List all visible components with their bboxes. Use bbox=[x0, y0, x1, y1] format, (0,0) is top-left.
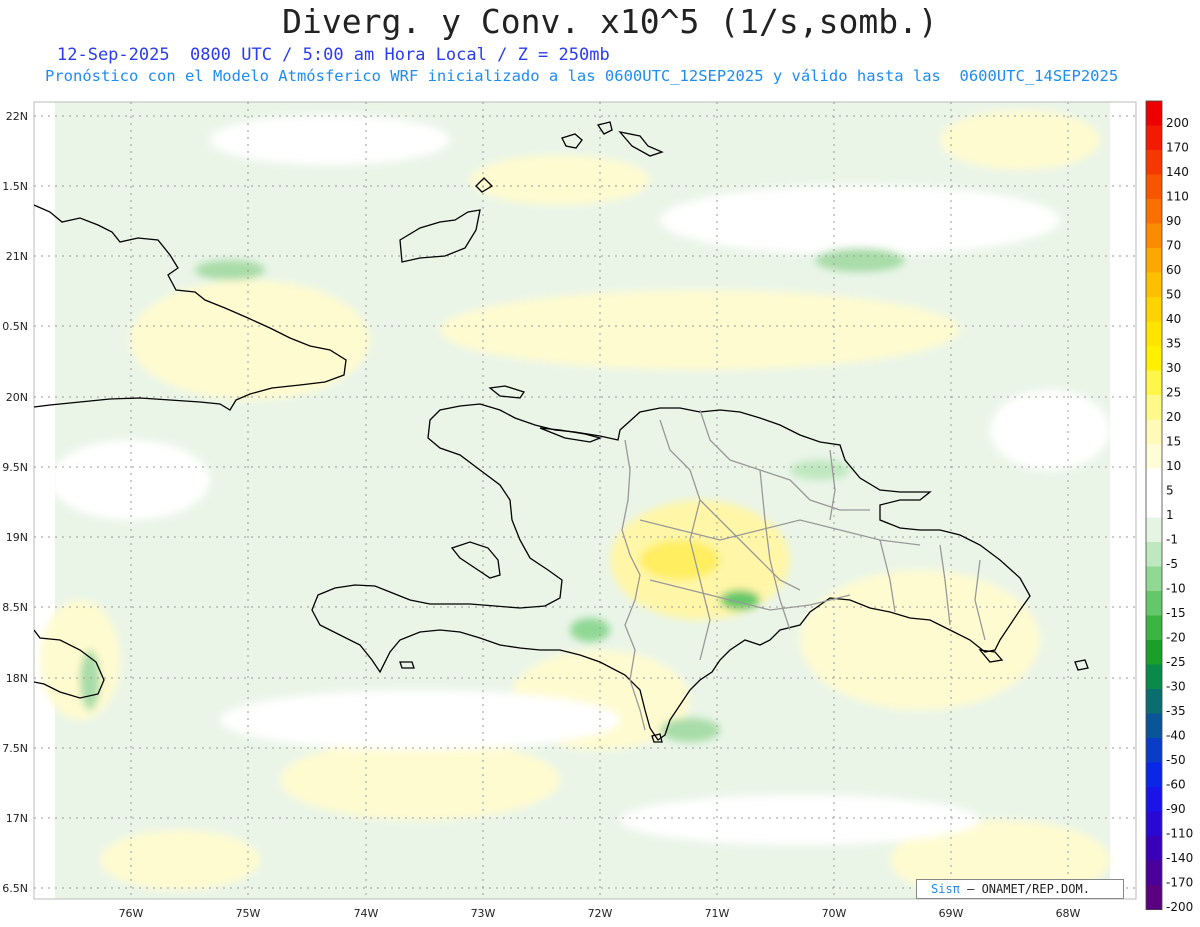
lat-label: 20N bbox=[6, 391, 28, 404]
colorbar-swatch bbox=[1146, 664, 1162, 690]
colorbar-label: 5 bbox=[1166, 484, 1174, 498]
colorbar-label: -60 bbox=[1166, 778, 1186, 792]
colorbar-swatch bbox=[1146, 199, 1162, 224]
colorbar-swatch bbox=[1146, 542, 1162, 567]
lat-label: 8.5N bbox=[2, 601, 28, 614]
colorbar-swatch bbox=[1146, 591, 1162, 616]
colorbar-label: 25 bbox=[1166, 386, 1181, 400]
colorbar-swatch bbox=[1146, 444, 1162, 469]
colorbar-label: -50 bbox=[1166, 753, 1186, 767]
colorbar-label: -35 bbox=[1166, 704, 1186, 718]
colorbar-swatch bbox=[1146, 640, 1162, 665]
colorbar-label: -40 bbox=[1166, 729, 1186, 743]
colorbar-swatch bbox=[1146, 321, 1162, 347]
lon-label: 72W bbox=[588, 907, 613, 920]
colorbar-label: -140 bbox=[1166, 851, 1193, 865]
colorbar-label: 140 bbox=[1166, 165, 1189, 179]
colorbar-swatch bbox=[1146, 689, 1162, 714]
colorbar-swatch bbox=[1146, 346, 1162, 371]
colorbar-swatch bbox=[1146, 248, 1162, 273]
colorbar-swatch bbox=[1146, 738, 1162, 763]
colorbar-label: 20 bbox=[1166, 410, 1181, 424]
colorbar-label: 200 bbox=[1166, 116, 1189, 130]
colorbar-label: -1 bbox=[1166, 533, 1178, 547]
colorbar-swatch bbox=[1146, 297, 1162, 322]
colorbar-swatch bbox=[1146, 860, 1162, 886]
colorbar-swatch bbox=[1146, 174, 1162, 200]
colorbar-label: -110 bbox=[1166, 827, 1193, 841]
colorbar-swatch bbox=[1146, 762, 1162, 788]
colorbar-label: -15 bbox=[1166, 606, 1186, 620]
colorbar-swatch bbox=[1146, 150, 1162, 175]
colorbar-label: -90 bbox=[1166, 802, 1186, 816]
colorbar-swatch bbox=[1146, 615, 1162, 641]
lat-label: 7.5N bbox=[2, 742, 28, 755]
colorbar-label: -200 bbox=[1166, 900, 1193, 914]
colorbar-label: -10 bbox=[1166, 582, 1186, 596]
colorbar-swatch bbox=[1146, 419, 1162, 445]
credit-box: Sisπ – ONAMET/REP.DOM. bbox=[916, 879, 1124, 899]
colorbar-label: 15 bbox=[1166, 435, 1181, 449]
colorbar-swatch bbox=[1146, 272, 1162, 298]
colorbar-swatch bbox=[1146, 566, 1162, 592]
lon-label: 68W bbox=[1056, 907, 1081, 920]
colorbar-label: -25 bbox=[1166, 655, 1186, 669]
colorbar-swatch bbox=[1146, 395, 1162, 420]
longitude-axis: 76W 75W 74W 73W 72W 71W 70W 69W 68W bbox=[119, 907, 1081, 920]
colorbar-label: 10 bbox=[1166, 459, 1181, 473]
latitude-axis: 22N 1.5N 21N 0.5N 20N 9.5N 19N 8.5N 18N … bbox=[2, 110, 28, 895]
colorbar-label: 110 bbox=[1166, 190, 1189, 204]
lat-label: 19N bbox=[6, 531, 28, 544]
divergence-field bbox=[40, 102, 1110, 899]
lat-label: 6.5N bbox=[2, 882, 28, 895]
colorbar-label: -20 bbox=[1166, 631, 1186, 645]
lat-label: 9.5N bbox=[2, 461, 28, 474]
divergence-map: 22N 1.5N 21N 0.5N 20N 9.5N 19N 8.5N 18N … bbox=[2, 100, 1193, 920]
colorbar-swatch bbox=[1146, 811, 1162, 837]
lat-label: 1.5N bbox=[2, 180, 28, 193]
colorbar-swatch bbox=[1146, 836, 1162, 861]
colorbar-swatch bbox=[1146, 370, 1162, 396]
credit-org: – ONAMET/REP.DOM. bbox=[959, 882, 1090, 896]
colorbar-label: -170 bbox=[1166, 876, 1193, 890]
colorbar-label: -30 bbox=[1166, 680, 1186, 694]
colorbar-label: 70 bbox=[1166, 239, 1181, 253]
colorbar-swatch bbox=[1146, 223, 1162, 249]
lat-label: 21N bbox=[6, 250, 28, 263]
colorbar-swatch bbox=[1146, 787, 1162, 812]
colorbar-label: 1 bbox=[1166, 508, 1174, 522]
colorbar-swatch bbox=[1146, 468, 1162, 494]
lon-label: 75W bbox=[236, 907, 261, 920]
colorbar-swatch bbox=[1146, 885, 1162, 910]
colorbar-swatch bbox=[1146, 517, 1162, 543]
colorbar-swatch bbox=[1146, 493, 1162, 518]
colorbar: 200 170 140 110 90 70 60 50 40 35 30 25 20 15 10 5 1 -1 -5… bbox=[1145, 100, 1193, 914]
lon-label: 74W bbox=[354, 907, 379, 920]
colorbar-label: 170 bbox=[1166, 141, 1189, 155]
sispi-logo-text: Sisπ bbox=[931, 882, 960, 896]
lon-label: 70W bbox=[822, 907, 847, 920]
colorbar-label: 60 bbox=[1166, 263, 1181, 277]
lon-label: 73W bbox=[471, 907, 496, 920]
lat-label: 0.5N bbox=[2, 320, 28, 333]
colorbar-swatch bbox=[1146, 713, 1162, 739]
colorbar-label: -5 bbox=[1166, 557, 1178, 571]
lat-label: 17N bbox=[6, 812, 28, 825]
lat-label: 18N bbox=[6, 672, 28, 685]
colorbar-label: 35 bbox=[1166, 337, 1181, 351]
lat-label: 22N bbox=[6, 110, 28, 123]
colorbar-label: 30 bbox=[1166, 361, 1181, 375]
colorbar-label: 40 bbox=[1166, 312, 1181, 326]
lon-label: 76W bbox=[119, 907, 144, 920]
lon-label: 69W bbox=[939, 907, 964, 920]
colorbar-label: 90 bbox=[1166, 214, 1181, 228]
colorbar-swatch bbox=[1146, 101, 1162, 126]
colorbar-swatch bbox=[1146, 125, 1162, 151]
colorbar-label: 50 bbox=[1166, 288, 1181, 302]
lon-label: 71W bbox=[705, 907, 730, 920]
